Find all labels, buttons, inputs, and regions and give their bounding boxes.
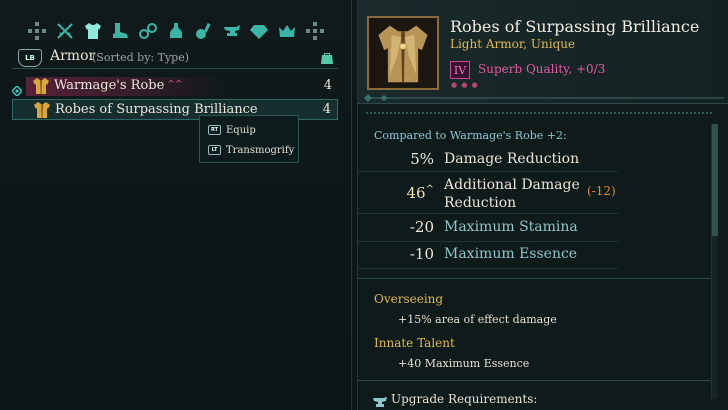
stat-label: Additional Damage Reduction <box>444 177 580 211</box>
section-title: Armor <box>50 48 96 64</box>
crafting-icon[interactable] <box>221 20 243 42</box>
bag-icon[interactable] <box>320 50 334 64</box>
robe-icon <box>32 77 50 95</box>
section-header: LB Armor (Sorted by: Type) <box>12 47 338 69</box>
divider <box>366 112 712 114</box>
quality-text: Superb Quality, +0/3 <box>478 62 606 76</box>
scroll-thumb[interactable] <box>712 124 718 236</box>
stat-value: 46^ <box>406 184 434 202</box>
sort-label[interactable]: (Sorted by: Type) <box>92 51 189 64</box>
item-count: 4 <box>322 102 331 117</box>
transmogrify-menu-item[interactable]: LT Transmogrify <box>208 142 294 158</box>
trait-name: Innate Talent <box>374 336 455 350</box>
trait-description: +15% area of effect damage <box>398 313 557 326</box>
quick-slot-icon[interactable] <box>26 20 48 42</box>
upgrade-requirements-label: Upgrade Requirements: <box>391 392 538 406</box>
stat-label: Maximum Stamina <box>444 219 578 235</box>
stat-row: -10 Maximum Essence <box>358 245 618 269</box>
gems-icon[interactable] <box>248 20 270 42</box>
item-detail-panel: Robes of Surpassing Brilliance Light Arm… <box>357 0 728 410</box>
equipped-diamond-icon <box>10 81 24 98</box>
armor-icon[interactable] <box>82 20 104 42</box>
equip-label: Equip <box>226 124 256 136</box>
stat-value: -10 <box>409 245 434 263</box>
stat-row: -20 Maximum Stamina <box>358 218 618 242</box>
item-subtitle: Light Armor, Unique <box>450 37 576 51</box>
stat-delta: (-12) <box>587 184 616 198</box>
misc-icon[interactable] <box>304 20 326 42</box>
consumables-icon[interactable] <box>165 20 187 42</box>
scrollbar[interactable] <box>711 124 718 399</box>
anvil-icon <box>373 394 387 407</box>
lt-button-badge: LT <box>208 145 221 155</box>
inventory-panel: LB Armor (Sorted by: Type) Warmage's Rob… <box>0 0 352 410</box>
list-item[interactable]: Warmage's Robe ^^ 4 <box>10 76 338 98</box>
quality-dots: ● ● ● <box>451 81 479 89</box>
alchemy-icon[interactable] <box>193 20 215 42</box>
divider <box>358 380 710 381</box>
item-name: Warmage's Robe ^^ <box>54 78 183 93</box>
stat-value: 5% <box>410 150 434 168</box>
context-menu: RT Equip LT Transmogrify <box>199 115 299 163</box>
stat-label: Maximum Essence <box>444 246 578 262</box>
trait-description: +40 Maximum Essence <box>398 357 530 370</box>
weapons-icon[interactable] <box>54 20 76 42</box>
robe-icon <box>33 101 51 119</box>
stats-area: Compared to Warmage's Robe +2: 5% Damage… <box>358 104 728 410</box>
stat-row: 46^ Additional Damage Reduction (-12) <box>358 176 618 214</box>
item-portrait <box>367 16 439 90</box>
rt-button-badge: RT <box>208 125 221 135</box>
transmogrify-label: Transmogrify <box>226 144 295 156</box>
item-header: Robes of Surpassing Brilliance Light Arm… <box>358 0 728 104</box>
item-count: 4 <box>323 78 332 93</box>
equip-menu-item[interactable]: RT Equip <box>208 122 256 138</box>
accessories-icon[interactable] <box>137 20 159 42</box>
crowns-icon[interactable] <box>276 20 298 42</box>
increase-marker: ^ <box>425 184 434 195</box>
stat-row: 5% Damage Reduction <box>358 150 618 172</box>
quality-badge: IV <box>450 61 470 79</box>
upgrade-mark: ^^ <box>167 80 183 90</box>
category-bar <box>26 18 326 44</box>
header-ornament <box>364 87 724 102</box>
stat-label: Damage Reduction <box>444 151 580 167</box>
item-title: Robes of Surpassing Brilliance <box>450 17 700 36</box>
stat-value: -20 <box>409 218 434 236</box>
divider <box>358 278 710 279</box>
trait-name: Overseeing <box>374 292 444 306</box>
compare-label: Compared to Warmage's Robe +2: <box>374 129 567 142</box>
lb-button-badge[interactable]: LB <box>18 49 42 67</box>
boots-icon[interactable] <box>109 20 131 42</box>
